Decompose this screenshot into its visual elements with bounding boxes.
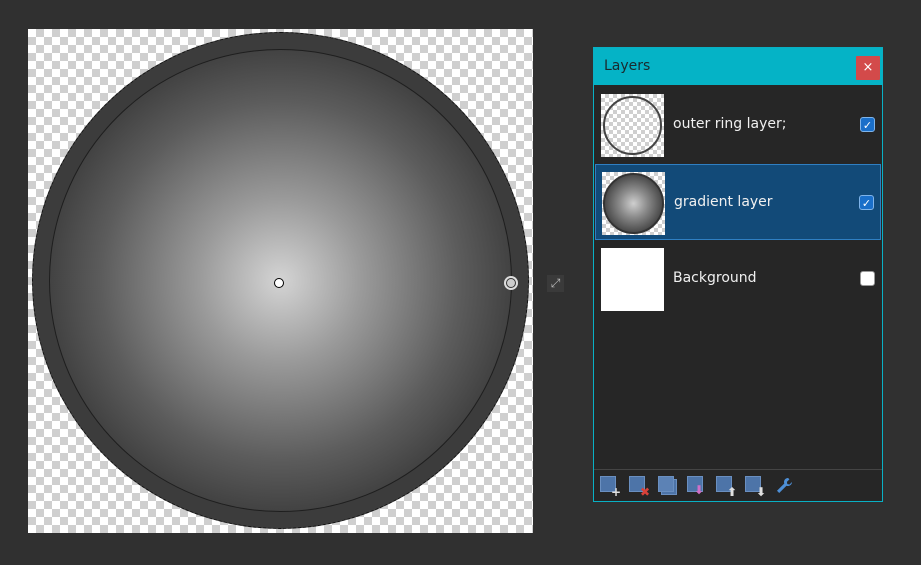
panel-header[interactable]: Layers × (594, 48, 882, 85)
panel-title: Layers (604, 58, 651, 74)
visibility-checkbox[interactable]: ✓ (859, 195, 874, 210)
visibility-checkbox[interactable]: ✓ (860, 117, 875, 132)
duplicate-layer-icon[interactable] (658, 476, 678, 496)
layers-panel: Layers × outer ring layer; ✓ gradient la… (593, 47, 883, 502)
close-button[interactable]: × (856, 56, 880, 80)
layer-row-gradient[interactable]: gradient layer ✓ (595, 164, 881, 240)
merge-down-icon[interactable]: ⬇ (687, 476, 707, 496)
layer-row-background[interactable]: Background (595, 241, 881, 317)
gradient-radius-handle[interactable] (506, 278, 516, 288)
layer-thumbnail (601, 248, 664, 311)
layer-name: outer ring layer; (673, 116, 787, 132)
expand-icon[interactable]: ⤢ (547, 275, 564, 292)
layers-toolbar: + ✖ ⬇ ⬆ ⬇ (594, 469, 882, 501)
layer-name: gradient layer (674, 194, 773, 210)
add-layer-icon[interactable]: + (600, 476, 621, 498)
visibility-checkbox[interactable] (860, 271, 875, 286)
image-canvas[interactable] (28, 29, 533, 533)
move-up-icon[interactable]: ⬆ (716, 476, 737, 498)
layer-thumbnail (601, 94, 664, 157)
move-down-icon[interactable]: ⬇ (745, 476, 766, 498)
layer-thumbnail (602, 172, 665, 235)
properties-wrench-icon[interactable] (774, 476, 794, 496)
gradient-center-handle[interactable] (274, 278, 284, 288)
layer-name: Background (673, 270, 757, 286)
ring-thumbnail-shape (603, 96, 662, 155)
delete-layer-icon[interactable]: ✖ (629, 476, 650, 498)
gradient-thumbnail-shape (603, 173, 664, 234)
layer-row-outer-ring[interactable]: outer ring layer; ✓ (595, 87, 881, 163)
